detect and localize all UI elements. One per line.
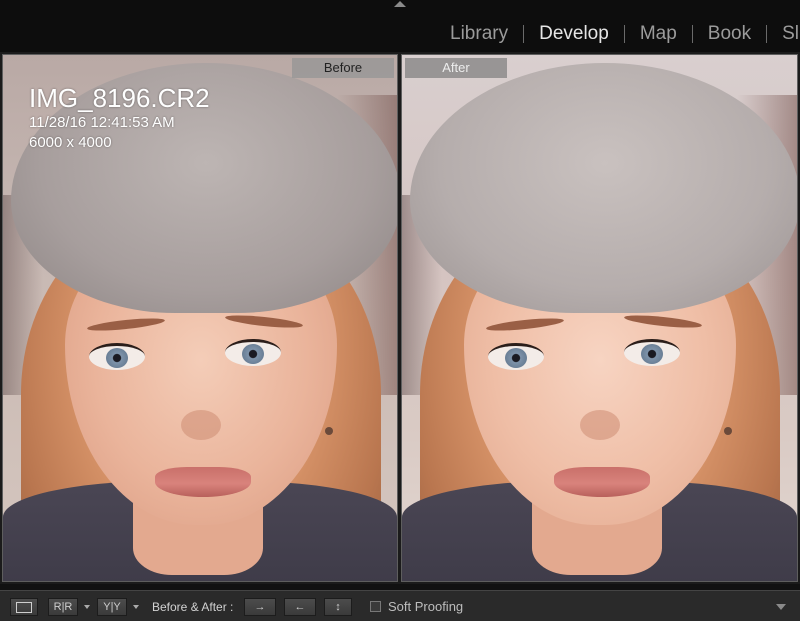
photo-eyebrow — [485, 315, 565, 334]
before-photo-pane[interactable]: Before IMG_8196.CR2 11/28/16 12:41:53 AM… — [2, 54, 398, 582]
photo-lips — [155, 467, 251, 497]
photo-filename: IMG_8196.CR2 — [29, 83, 210, 113]
rr-options-dropdown-icon[interactable] — [84, 605, 90, 609]
photo-lips — [554, 467, 650, 497]
before-after-yy-button[interactable]: Y|Y — [97, 598, 127, 616]
copy-before-to-after-button[interactable]: → — [244, 598, 276, 616]
after-photo-pane[interactable]: After — [401, 54, 798, 582]
photo-eye — [89, 343, 145, 370]
photo-info-overlay: IMG_8196.CR2 11/28/16 12:41:53 AM 6000 x… — [29, 83, 210, 153]
loupe-view-icon — [16, 601, 32, 613]
module-list: Library Develop Map Book Sl — [435, 20, 800, 48]
module-library[interactable]: Library — [435, 22, 523, 46]
photo-earring — [724, 427, 732, 435]
before-label: Before — [292, 58, 394, 78]
swap-icon: ↕ — [335, 601, 341, 613]
soft-proofing-label[interactable]: Soft Proofing — [388, 598, 463, 616]
swap-before-after-button[interactable]: ↕ — [324, 598, 352, 616]
photo-eyebrow — [86, 315, 166, 334]
photo-eye — [624, 339, 680, 366]
before-after-label: Before & After : — [152, 600, 234, 614]
module-map[interactable]: Map — [625, 22, 692, 46]
photo-datetime: 11/28/16 12:41:53 AM — [29, 114, 175, 131]
module-develop[interactable]: Develop — [524, 22, 624, 46]
yy-options-dropdown-icon[interactable] — [133, 605, 139, 609]
photo-eyebrow — [224, 312, 304, 331]
copy-after-to-before-button[interactable]: ← — [284, 598, 316, 616]
collapse-top-panel-icon[interactable] — [394, 1, 406, 7]
module-slideshow[interactable]: Sl — [767, 22, 800, 46]
before-after-viewer: Before IMG_8196.CR2 11/28/16 12:41:53 AM… — [0, 52, 800, 584]
arrow-left-icon: ← — [294, 601, 306, 613]
soft-proofing-checkbox[interactable] — [370, 601, 381, 612]
develop-toolbar: R|R Y|Y Before & After : → ← ↕ Soft Proo… — [0, 590, 800, 621]
photo-nose — [580, 410, 620, 440]
loupe-view-button[interactable] — [10, 598, 38, 616]
module-picker-bar: Library Develop Map Book Sl — [0, 0, 800, 52]
photo-eyebrow — [623, 312, 703, 331]
toolbar-content-dropdown-icon[interactable] — [776, 604, 786, 610]
arrow-right-icon: → — [254, 601, 266, 613]
before-after-rr-button[interactable]: R|R — [48, 598, 78, 616]
module-book[interactable]: Book — [693, 22, 766, 46]
photo-earring — [325, 427, 333, 435]
photo-nose — [181, 410, 221, 440]
photo-eye — [488, 343, 544, 370]
photo-dimensions: 6000 x 4000 — [29, 134, 112, 151]
after-label: After — [405, 58, 507, 78]
photo-eye — [225, 339, 281, 366]
